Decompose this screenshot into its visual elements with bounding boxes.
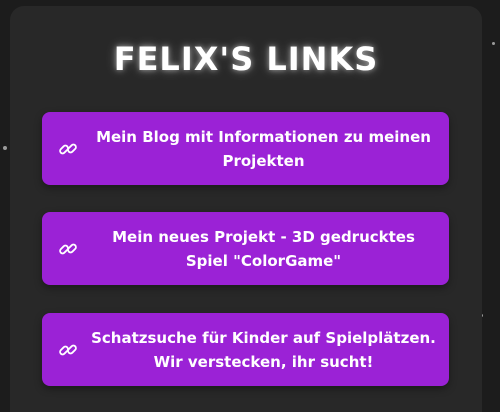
link-button-blog[interactable]: Mein Blog mit Informationen zu meinen Pr…	[42, 112, 449, 185]
link-icon	[58, 139, 78, 159]
link-icon	[58, 340, 78, 360]
decorative-dot	[3, 146, 7, 150]
page-background: FELIX'S LINKS Mein Blog mit Informatione…	[0, 0, 500, 412]
link-icon	[58, 239, 78, 259]
link-button-schatzsuche[interactable]: Schatzsuche für Kinder auf Spielplätzen.…	[42, 313, 449, 386]
link-label: Schatzsuche für Kinder auf Spielplätzen.…	[91, 328, 436, 371]
page-title: FELIX'S LINKS	[113, 40, 379, 78]
link-button-colorgame[interactable]: Mein neues Projekt - 3D gedrucktes Spiel…	[42, 212, 449, 285]
link-label: Mein Blog mit Informationen zu meinen Pr…	[96, 127, 431, 170]
decorative-dot	[492, 42, 495, 45]
link-label: Mein neues Projekt - 3D gedrucktes Spiel…	[112, 227, 415, 270]
